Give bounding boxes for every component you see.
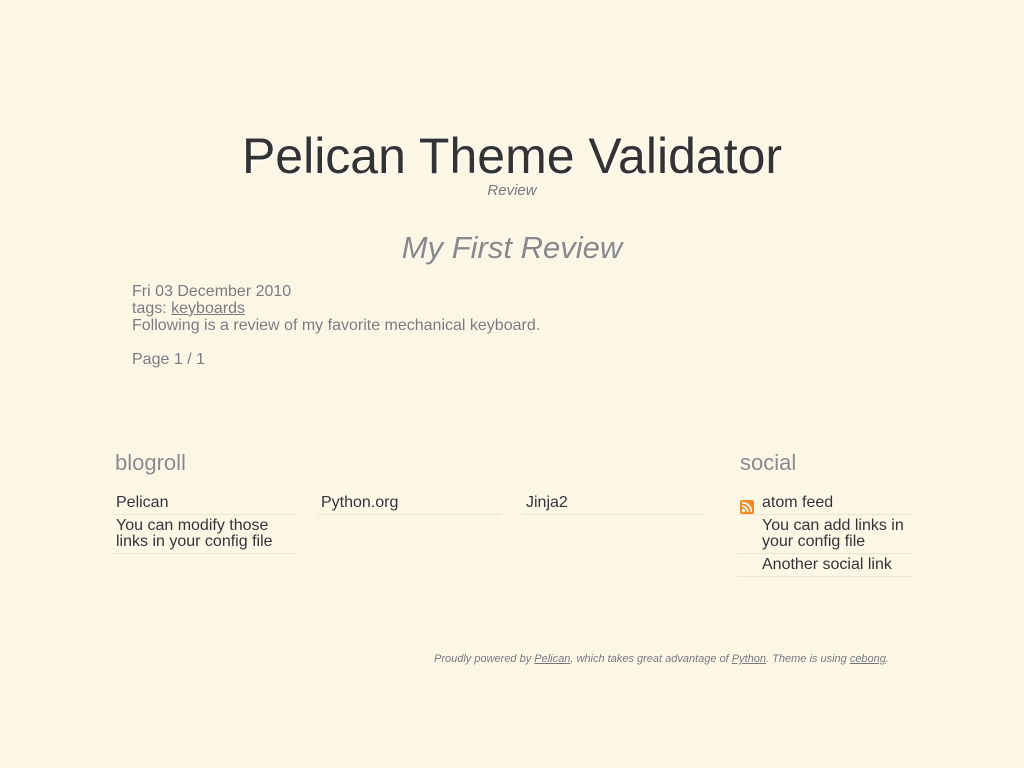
- pagination: Page 1 / 1: [132, 351, 205, 368]
- article-tags: tags: keyboards: [132, 300, 540, 317]
- social-link-atom-feed[interactable]: atom feed: [737, 492, 912, 515]
- category-label: Review: [487, 182, 537, 199]
- footer-text-2: , which takes great advantage of: [570, 653, 732, 665]
- footer-text-1: Proudly powered by: [434, 653, 535, 665]
- footer-link-pelican[interactable]: Pelican: [534, 653, 570, 665]
- site-title[interactable]: Pelican Theme Validator: [0, 128, 1024, 184]
- social-label-atom-feed: atom feed: [762, 494, 834, 511]
- blogroll-link-pelican[interactable]: Pelican: [112, 492, 296, 515]
- blogroll-link-jinja2[interactable]: Jinja2: [522, 492, 706, 515]
- footer-text-3: . Theme is using: [766, 653, 850, 665]
- footer-text-4: .: [885, 653, 889, 665]
- tags-label: tags:: [132, 300, 167, 317]
- social-list: atom feed You can add links in your conf…: [737, 492, 912, 577]
- article-date: Fri 03 December 2010: [132, 283, 292, 300]
- blogroll-link-config-note[interactable]: You can modify those links in your confi…: [112, 515, 296, 554]
- blogroll-heading: blogroll: [115, 450, 186, 475]
- footer: Proudly powered by Pelican, which takes …: [434, 653, 889, 665]
- blogroll-column-3: Jinja2: [522, 492, 706, 515]
- rss-icon: [740, 500, 754, 514]
- article-summary: Following is a review of my favorite mec…: [132, 317, 541, 334]
- article-meta: Fri 03 December 2010 tags: keyboards Fol…: [132, 283, 540, 334]
- blogroll-column-2: Python.org: [317, 492, 501, 515]
- social-link-config-note[interactable]: You can add links in your config file: [737, 515, 912, 554]
- social-heading: social: [740, 450, 797, 475]
- social-link-another[interactable]: Another social link: [737, 554, 912, 577]
- blogroll-column-1: Pelican You can modify those links in yo…: [112, 492, 296, 554]
- footer-link-cebong[interactable]: cebong: [850, 653, 886, 665]
- article-title[interactable]: My First Review: [0, 230, 1024, 266]
- blogroll-link-python-org[interactable]: Python.org: [317, 492, 501, 515]
- footer-link-python[interactable]: Python: [732, 653, 766, 665]
- tag-link-keyboards[interactable]: keyboards: [171, 300, 245, 317]
